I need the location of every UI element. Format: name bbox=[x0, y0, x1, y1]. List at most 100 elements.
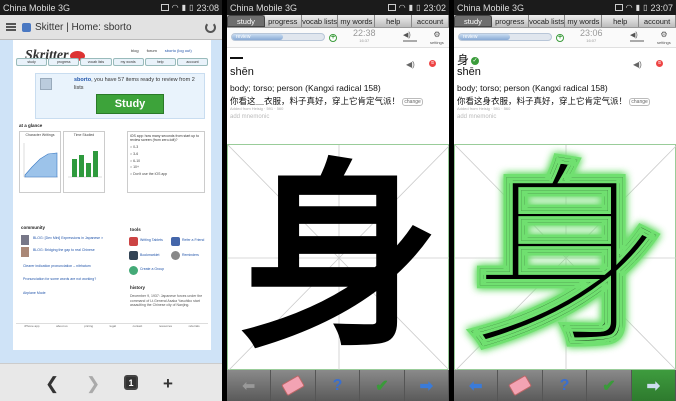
poll-option[interactable]: ○ 3-6 bbox=[130, 151, 202, 158]
nav-vocab-lists[interactable]: vocab lists bbox=[80, 58, 112, 66]
volume-slider[interactable] bbox=[630, 40, 644, 42]
correct-button[interactable]: ✔ bbox=[587, 370, 632, 401]
review-progress-bar[interactable]: review bbox=[458, 33, 552, 41]
gear-icon: ⚙ bbox=[433, 30, 441, 39]
community-item[interactable]: Clearer indication pronunciation – nitrh… bbox=[23, 264, 123, 268]
add-tab-icon[interactable]: + bbox=[163, 374, 173, 394]
add-item-icon[interactable]: + bbox=[556, 34, 564, 42]
undo-button[interactable]: ⬅ bbox=[227, 370, 272, 401]
site-nav: study progress vocab lists my words help… bbox=[16, 58, 209, 66]
volume-icon[interactable]: ◀) bbox=[630, 31, 638, 39]
writing-canvas[interactable]: 身 bbox=[454, 144, 676, 371]
nav-help[interactable]: help bbox=[144, 58, 176, 66]
notification-icon bbox=[614, 4, 623, 11]
poll-option[interactable]: ○ 10+ bbox=[130, 164, 202, 171]
tab-vocab-lists[interactable]: vocab lists bbox=[528, 15, 566, 27]
add-mnemonic-link[interactable]: add mnemonic bbox=[230, 114, 269, 120]
poll-option-label: 6-10 bbox=[133, 158, 141, 163]
undo-button[interactable]: ⬅ bbox=[454, 370, 499, 401]
clock: 23:02 bbox=[423, 2, 446, 13]
erase-button[interactable] bbox=[498, 370, 543, 401]
review-progress-bar[interactable]: review bbox=[231, 33, 325, 41]
settings-button[interactable]: ⚙ settings bbox=[430, 31, 444, 47]
nav-my-words[interactable]: my words bbox=[112, 58, 144, 66]
community-item[interactable]: Airplane Mode bbox=[23, 291, 123, 295]
footer-link[interactable]: about us bbox=[56, 324, 68, 330]
tool-link[interactable]: Refer a Friend bbox=[182, 238, 208, 242]
speaker-icon[interactable]: ◀) bbox=[633, 60, 642, 69]
nav-progress[interactable]: progress bbox=[48, 58, 80, 66]
nav-account[interactable]: account bbox=[176, 58, 209, 66]
change-sentence-button[interactable]: change bbox=[402, 97, 423, 106]
poll-option[interactable]: ○ 6-10 bbox=[130, 158, 202, 165]
volume-icon[interactable]: ◀) bbox=[403, 31, 411, 39]
greeting-user[interactable]: sborto bbox=[74, 77, 91, 83]
tab-help[interactable]: help bbox=[602, 15, 640, 27]
community-item[interactable]: BLOG: Bridging the gap to real Chinese bbox=[33, 248, 123, 252]
settings-button[interactable]: ⚙ settings bbox=[657, 31, 671, 47]
tab-my-words[interactable]: my words bbox=[565, 15, 603, 27]
footer-link[interactable]: legal bbox=[110, 324, 116, 330]
poll-option[interactable]: ○ 0-3 bbox=[130, 144, 202, 151]
footer-link[interactable]: iPhone app bbox=[24, 324, 39, 330]
add-item-icon[interactable]: + bbox=[329, 34, 337, 42]
tools-heading: tools bbox=[130, 227, 141, 232]
ban-icon[interactable]: ⦸ bbox=[429, 60, 436, 67]
tab-study[interactable]: study bbox=[227, 15, 265, 27]
erase-button[interactable] bbox=[271, 370, 316, 401]
back-arrow-icon: ⬅ bbox=[242, 377, 256, 395]
blog-link[interactable]: blog bbox=[131, 48, 139, 53]
menu-icon[interactable] bbox=[6, 23, 16, 31]
tab-my-words[interactable]: my words bbox=[338, 15, 376, 27]
tab-count-button[interactable]: 1 bbox=[124, 375, 138, 390]
tool-link[interactable]: Writing Tablets bbox=[140, 238, 170, 242]
forward-arrow-icon[interactable]: ❯ bbox=[86, 374, 100, 394]
footer-link[interactable]: pricing bbox=[84, 324, 93, 330]
user-link[interactable]: sborto (log out) bbox=[165, 48, 192, 53]
browser-address-bar[interactable]: Skitter | Home: sborto bbox=[0, 15, 222, 40]
tab-vocab-lists[interactable]: vocab lists bbox=[301, 15, 339, 27]
avatar bbox=[40, 78, 52, 90]
clock: 23:07 bbox=[650, 2, 673, 13]
community-item[interactable]: Pronunciation for some words are not wor… bbox=[23, 277, 123, 281]
next-button[interactable]: ➡ bbox=[404, 370, 449, 401]
wifi-icon: ◠ bbox=[171, 3, 179, 12]
footer-link[interactable]: contact bbox=[133, 324, 143, 330]
tool-link[interactable]: Bookmarklet bbox=[140, 253, 170, 257]
next-arrow-icon: ➡ bbox=[419, 377, 434, 395]
notification-icon bbox=[160, 4, 169, 11]
speaker-icon[interactable]: ◀) bbox=[406, 60, 415, 69]
footer-link[interactable]: resources bbox=[159, 324, 172, 330]
eraser-icon bbox=[508, 374, 533, 397]
tab-study[interactable]: study bbox=[454, 15, 492, 27]
add-mnemonic-link[interactable]: add mnemonic bbox=[457, 114, 496, 120]
nav-study[interactable]: study bbox=[16, 58, 48, 66]
change-sentence-button[interactable]: change bbox=[629, 97, 650, 106]
timer-value: 23:06 bbox=[580, 28, 603, 38]
footer-link[interactable]: referrals bbox=[189, 324, 200, 330]
back-arrow-icon[interactable]: ❮ bbox=[45, 374, 59, 394]
study-button[interactable]: Study bbox=[96, 94, 164, 114]
tab-progress[interactable]: progress bbox=[491, 15, 529, 27]
tab-progress[interactable]: progress bbox=[264, 15, 302, 27]
practice-grid: 身 bbox=[455, 145, 676, 371]
volume-slider[interactable] bbox=[403, 40, 417, 42]
writing-canvas[interactable]: 身 bbox=[227, 144, 449, 371]
help-button[interactable]: ? bbox=[315, 370, 361, 401]
help-button[interactable]: ? bbox=[542, 370, 588, 401]
correct-button[interactable]: ✔ bbox=[360, 370, 405, 401]
timer-sub: 16:37 bbox=[359, 38, 370, 43]
poll-option[interactable]: ○ Don't use the iOS app bbox=[130, 171, 202, 178]
ban-icon[interactable]: ⦸ bbox=[656, 60, 663, 67]
tool-link[interactable]: Reminders bbox=[182, 253, 208, 257]
reload-icon[interactable] bbox=[205, 21, 216, 33]
tab-help[interactable]: help bbox=[375, 15, 413, 27]
writings-chart-card: Character Writings bbox=[19, 131, 61, 193]
tab-account[interactable]: account bbox=[639, 15, 676, 27]
tab-account[interactable]: account bbox=[412, 15, 449, 27]
page-title[interactable]: Skitter | Home: sborto bbox=[35, 22, 205, 33]
tool-link[interactable]: Create a Group bbox=[140, 267, 170, 271]
community-item[interactable]: BLOG: [Dev Mini] Expressions in Japanese… bbox=[33, 236, 123, 240]
forum-link[interactable]: forum bbox=[147, 48, 157, 53]
next-button[interactable]: ➡ bbox=[631, 370, 676, 401]
